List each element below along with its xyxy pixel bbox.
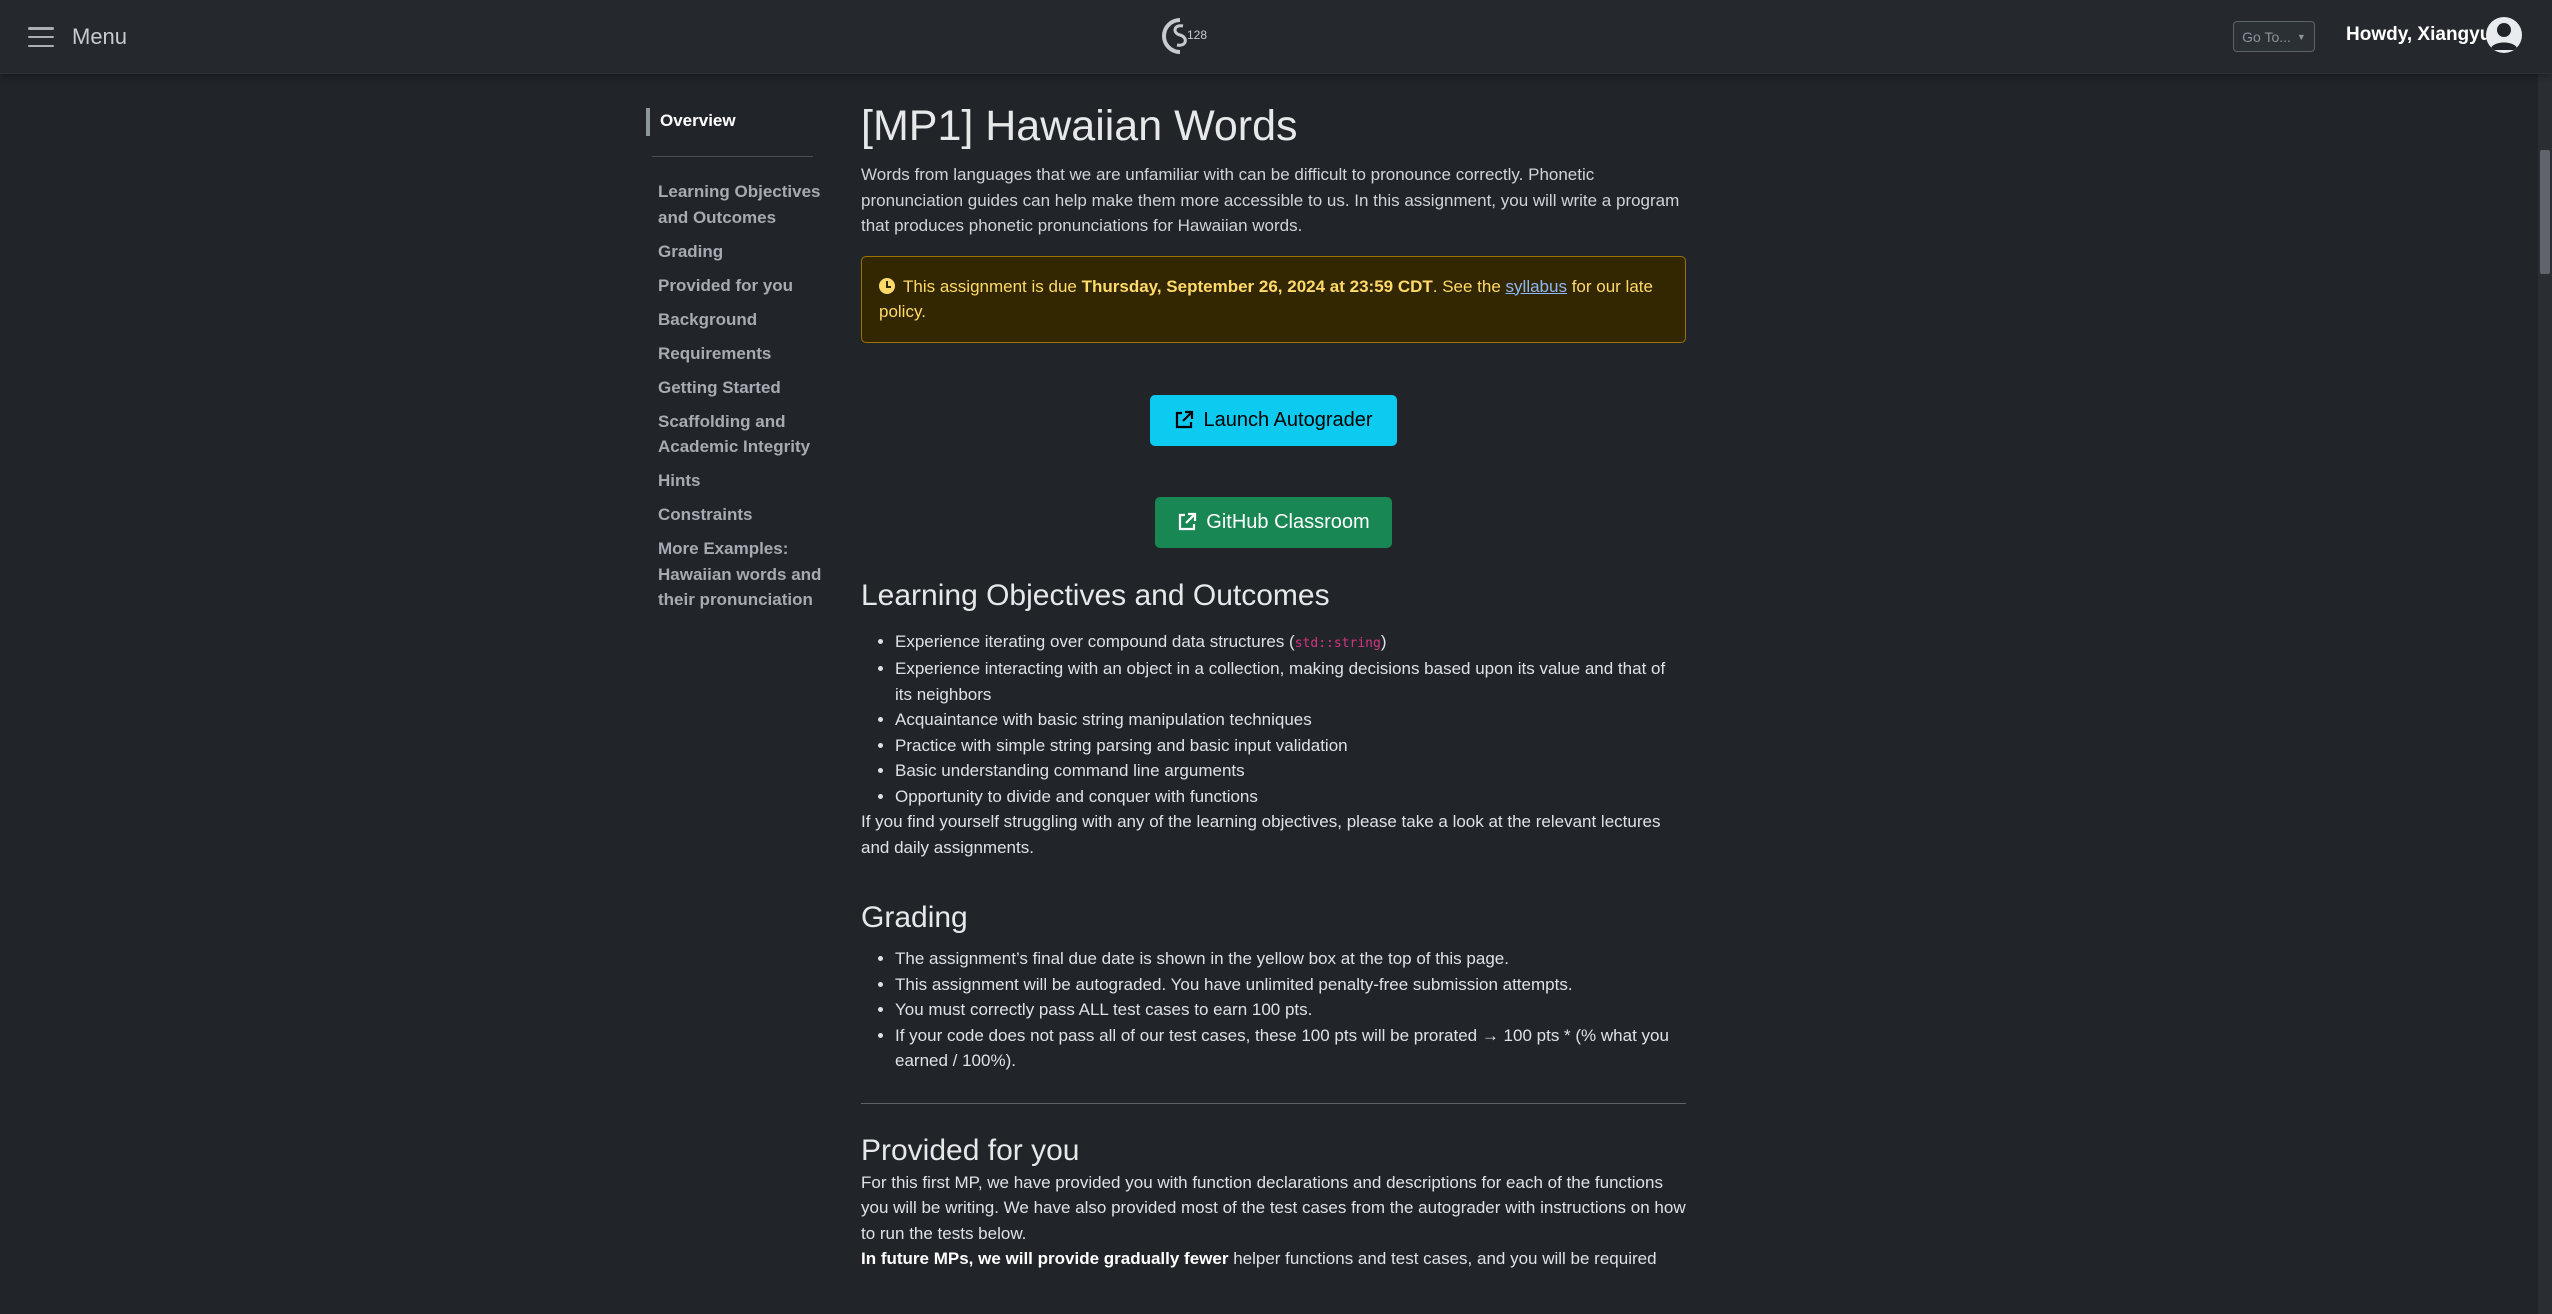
toc-item-overview[interactable]: Overview — [646, 108, 830, 136]
list-item: If your code does not pass all of our te… — [895, 1023, 1686, 1074]
section-divider — [861, 1102, 1686, 1104]
toc-item-more-examples[interactable]: More Examples: Hawaiian words and their … — [646, 536, 838, 613]
github-classroom-button[interactable]: GitHub Classroom — [1155, 496, 1392, 548]
toc-item-grading[interactable]: Grading — [646, 239, 838, 265]
cs128-logo[interactable]: 128 — [1150, 14, 1210, 58]
github-label: GitHub Classroom — [1206, 510, 1370, 533]
inline-code: std::string — [1294, 635, 1381, 651]
logo-text: 128 — [1187, 28, 1207, 42]
intro-paragraph: Words from languages that we are unfamil… — [861, 165, 1680, 235]
page-scrollbar[interactable] — [2538, 73, 2552, 1314]
grading-list: The assignment’s final due date is shown… — [861, 946, 1686, 1074]
toc-item-learning-objectives[interactable]: Learning Objectives and Outcomes — [646, 179, 838, 230]
table-of-contents: Overview Learning Objectives and Outcome… — [646, 108, 830, 621]
list-item: Experience interacting with an object in… — [895, 656, 1686, 707]
launch-autograder-button[interactable]: Launch Autograder — [1150, 394, 1397, 446]
list-item: Acquaintance with basic string manipulat… — [895, 707, 1686, 733]
learning-objectives-list: Experience iterating over compound data … — [861, 629, 1686, 810]
autograder-label: Launch Autograder — [1203, 408, 1373, 431]
list-item: Practice with simple string parsing and … — [895, 733, 1686, 759]
due-date-alert: This assignment is due Thursday, Septemb… — [861, 255, 1686, 343]
external-link-icon — [1179, 512, 1197, 531]
toc-item-constraints[interactable]: Constraints — [646, 502, 838, 528]
future-bold: In future MPs, we will provide gradually… — [861, 1249, 1229, 1268]
list-item: Basic understanding command line argumen… — [895, 758, 1686, 784]
grading-heading: Grading — [861, 901, 968, 934]
goto-label: Go To... — [2242, 28, 2291, 45]
top-navbar: Menu 128 Go To... ▼ Howdy, Xiangyu! — [0, 0, 2552, 74]
scrollbar-thumb[interactable] — [2540, 150, 2550, 274]
future-rest: helper functions and test cases, and you… — [1228, 1249, 1657, 1268]
alert-prefix: This assignment is due — [903, 276, 1082, 296]
provided-heading: Provided for you — [861, 1133, 1080, 1167]
list-item: Experience iterating over compound data … — [895, 629, 1686, 657]
menu-button[interactable]: Menu — [28, 22, 127, 52]
toc-divider — [652, 156, 813, 157]
list-item: Opportunity to divide and conquer with f… — [895, 784, 1686, 810]
toc-item-getting-started[interactable]: Getting Started — [646, 375, 838, 401]
toc-item-scaffolding[interactable]: Scaffolding and Academic Integrity — [646, 409, 838, 460]
list-item: This assignment will be autograded. You … — [895, 972, 1686, 998]
main-content: [MP1] Hawaiian Words Words from language… — [861, 96, 1686, 1272]
syllabus-link[interactable]: syllabus — [1506, 277, 1567, 296]
struggle-note: If you find yourself struggling with any… — [861, 812, 1661, 857]
list-item: The assignment’s final due date is shown… — [895, 946, 1686, 972]
caret-down-icon: ▼ — [2296, 31, 2306, 42]
menu-label: Menu — [72, 24, 128, 49]
avatar[interactable] — [2486, 17, 2522, 53]
user-greeting[interactable]: Howdy, Xiangyu! — [2346, 24, 2498, 46]
list-item: You must correctly pass ALL test cases t… — [895, 997, 1686, 1023]
alert-due-date: Thursday, September 26, 2024 at 23:59 CD… — [1081, 276, 1433, 296]
toc-item-hints[interactable]: Hints — [646, 468, 838, 494]
toc-item-requirements[interactable]: Requirements — [646, 341, 838, 367]
hamburger-icon — [28, 27, 54, 47]
page-title: [MP1] Hawaiian Words — [861, 102, 1298, 150]
user-avatar-icon — [2490, 23, 2518, 50]
external-link-icon — [1176, 410, 1194, 429]
alert-middle: . See the — [1432, 276, 1506, 296]
future-mps-paragraph: In future MPs, we will provide gradually… — [861, 1246, 1686, 1272]
goto-dropdown[interactable]: Go To... ▼ — [2233, 21, 2315, 52]
provided-paragraph: For this first MP, we have provided you … — [861, 1172, 1686, 1243]
toc-item-background[interactable]: Background — [646, 307, 838, 333]
learning-objectives-heading: Learning Objectives and Outcomes — [861, 578, 1330, 612]
clock-icon — [879, 277, 895, 294]
toc-item-provided[interactable]: Provided for you — [646, 273, 838, 299]
